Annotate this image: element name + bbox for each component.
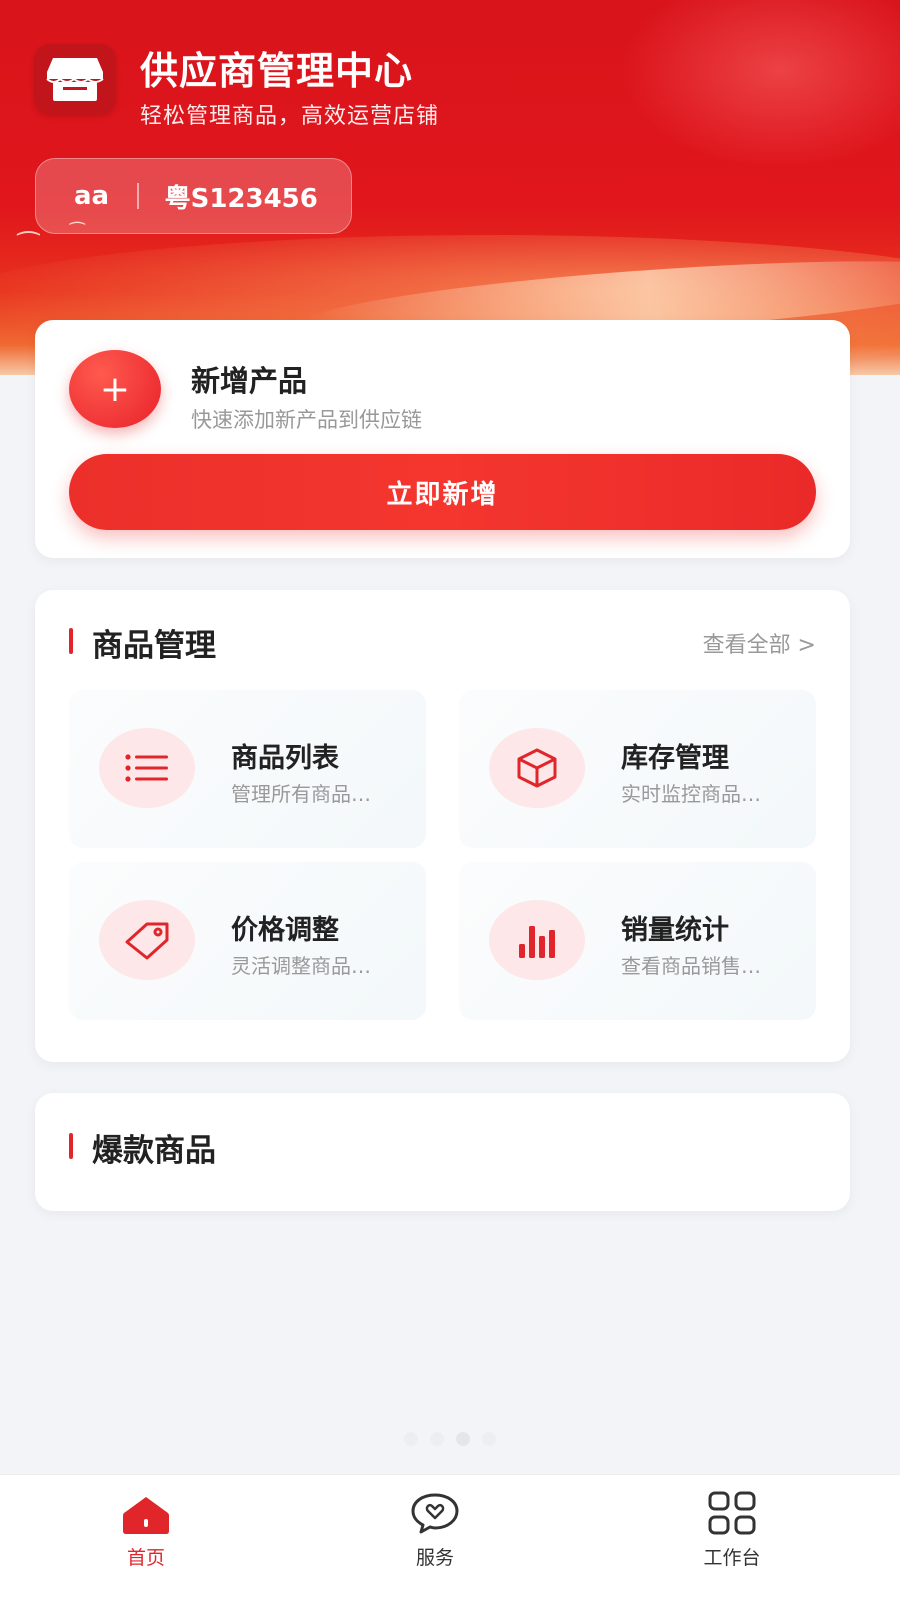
page-dot [482,1432,496,1446]
bottom-tab-bar: 首页 服务 工作台 [0,1474,900,1600]
tile-name: 商品列表 [231,743,339,774]
user-info-pill[interactable]: aa 粤S123456 [35,158,352,234]
hero-glow [620,0,900,170]
section-accent-bar [69,1133,73,1159]
plus-icon[interactable]: + [69,350,161,428]
bird-decoration-icon: ⁀ [18,232,39,262]
tab-label: 首页 [126,1547,165,1569]
tab-label: 服务 [415,1547,454,1569]
tile-product-list[interactable]: 商品列表 管理所有商品… [69,690,426,848]
plate-number: 粤S123456 [164,183,318,214]
user-name: aa [74,181,110,211]
goods-management-card: 商品管理 查看全部 > 商品列表 管理所有商品… 库存管理 实时监控商品… 价格… [35,590,850,1062]
view-all-link[interactable]: 查看全部 > [703,627,816,659]
add-product-title: 新增产品 [191,364,308,398]
hot-products-card: 爆款商品 [35,1093,850,1211]
app-title: 供应商管理中心 [140,49,414,93]
page-dot-active [456,1432,470,1446]
add-product-description: 快速添加新产品到供应链 [191,408,422,432]
tile-name: 销量统计 [621,915,729,946]
tab-label: 工作台 [703,1547,761,1569]
list-icon [99,728,195,808]
tile-sales-stats[interactable]: 销量统计 查看商品销售… [459,862,816,1020]
section-accent-bar [69,628,73,654]
page-dot [404,1432,418,1446]
tile-price-adjust[interactable]: 价格调整 灵活调整商品… [69,862,426,1020]
tab-home[interactable]: 首页 [76,1483,216,1593]
grid-icon [662,1483,802,1535]
heart-chat-icon [365,1483,505,1535]
store-logo [34,44,116,114]
tag-icon [99,900,195,980]
app-subtitle: 轻松管理商品，高效运营店铺 [140,104,440,129]
add-product-card: + 新增产品 快速添加新产品到供应链 立即新增 [35,320,850,558]
page-dot [430,1432,444,1446]
add-now-button[interactable]: 立即新增 [69,454,816,530]
tab-service[interactable]: 服务 [365,1483,505,1593]
hot-products-title: 爆款商品 [92,1133,216,1169]
bar-chart-icon [489,900,585,980]
store-icon [46,58,104,101]
tile-inventory[interactable]: 库存管理 实时监控商品… [459,690,816,848]
tile-desc: 管理所有商品… [231,782,371,806]
home-icon [76,1483,216,1535]
box-icon [489,728,585,808]
tile-desc: 查看商品销售… [621,954,761,978]
goods-management-title: 商品管理 [92,628,216,664]
tile-desc: 实时监控商品… [621,782,761,806]
page-indicator [0,1432,900,1446]
tile-desc: 灵活调整商品… [231,954,371,978]
tile-name: 价格调整 [231,915,339,946]
divider [137,183,139,209]
tab-workbench[interactable]: 工作台 [662,1483,802,1593]
tile-name: 库存管理 [621,743,729,774]
